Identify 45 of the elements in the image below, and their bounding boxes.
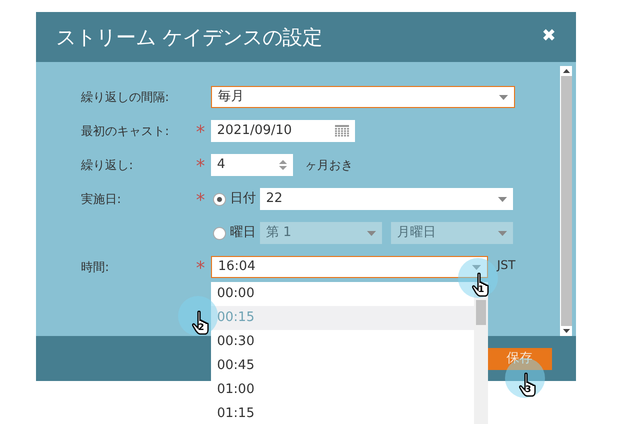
caret-icon [498, 230, 507, 236]
dialog-title: ストリーム ケイデンスの設定 [56, 24, 322, 51]
field-label: 時間: [81, 259, 110, 276]
radio-label: 日付 [230, 190, 257, 208]
scrollbar[interactable] [560, 66, 572, 336]
required-mark: * [196, 257, 206, 278]
dropdown-field[interactable]: 毎月 [211, 86, 515, 108]
scrollbar[interactable] [474, 282, 488, 424]
field-label: 繰り返しの間隔: [81, 89, 170, 106]
time-option[interactable]: 00:45 [211, 354, 474, 378]
step-number: 2 [198, 324, 204, 333]
scroll-down-icon[interactable] [562, 329, 570, 333]
dropdown-field: 第 1 [260, 222, 382, 244]
caret-icon [367, 230, 376, 236]
step-number: 1 [478, 286, 484, 295]
radio-button[interactable] [213, 226, 226, 240]
field-label: 最初のキャスト: [81, 123, 170, 140]
caret-icon [472, 264, 481, 270]
date-field[interactable]: 2021/09/10 [211, 120, 355, 142]
field-label: 繰り返し: [81, 157, 134, 174]
field-label: 実施日: [81, 191, 122, 208]
time-option[interactable]: 00:00 [211, 282, 474, 306]
caret-icon [499, 94, 508, 100]
unit-label: ヶ月おき [305, 157, 353, 174]
required-mark: * [196, 189, 206, 210]
dropdown-field[interactable]: 16:04 [211, 256, 488, 278]
dropdown-field: 月曜日 [391, 222, 513, 244]
required-mark: * [196, 121, 206, 142]
time-option[interactable]: 01:00 [211, 378, 474, 402]
time-option[interactable]: 00:30 [211, 330, 474, 354]
radio-label: 曜日 [230, 224, 257, 242]
spinner-arrows-icon [279, 159, 287, 171]
scroll-up-icon[interactable] [562, 69, 570, 73]
time-option[interactable]: 01:15 [211, 402, 474, 424]
step-number: 3 [525, 386, 532, 395]
dropdown-field[interactable]: 22 [260, 188, 513, 210]
number-spinner[interactable]: 4 [211, 154, 293, 176]
scrollbar-thumb[interactable] [560, 76, 572, 326]
scrollbar-thumb[interactable] [476, 300, 486, 325]
radio-button[interactable] [213, 192, 226, 206]
unit-label: JST [497, 257, 516, 274]
caret-icon [498, 196, 507, 202]
close-button[interactable]: ✖ [542, 24, 556, 50]
required-mark: * [196, 155, 206, 176]
calendar-icon [335, 125, 349, 137]
